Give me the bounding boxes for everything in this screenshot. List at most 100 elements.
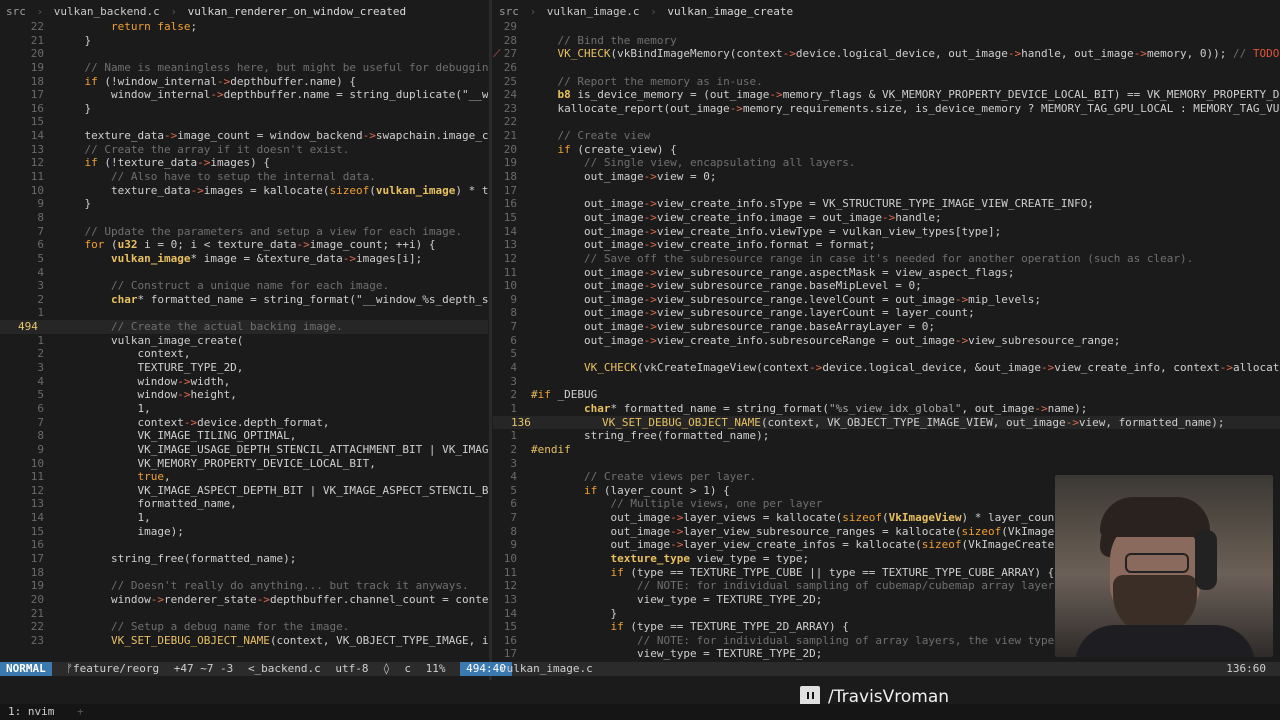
breadcrumb-function[interactable]: vulkan_image_create [667,5,793,18]
code-line[interactable]: 11 // Also have to setup the internal da… [0,170,488,184]
code-line[interactable]: 6 1, [0,402,488,416]
breadcrumb-file[interactable]: vulkan_backend.c [54,5,160,18]
code-line[interactable]: 12 if (!texture_data->images) { [0,156,488,170]
code-line[interactable]: 10 texture_data->images = kallocate(size… [0,184,488,198]
code-text[interactable]: if (!texture_data->images) { [58,156,270,169]
code-text[interactable]: // Name is meaningless here, but might b… [58,61,489,74]
code-line[interactable]: 19 // Doesn't really do anything... but … [0,579,488,593]
code-line[interactable]: 4 window->width, [0,375,488,389]
code-text[interactable]: out_image->view_subresource_range.layerC… [531,306,975,319]
code-text[interactable]: } [58,197,91,210]
code-line[interactable]: 1 char* formatted_name = string_format("… [493,402,1280,416]
code-line[interactable]: 23 VK_SET_DEBUG_OBJECT_NAME(context, VK_… [0,634,488,648]
code-line[interactable]: 1 vulkan_image_create( [0,334,488,348]
code-text[interactable]: // NOTE: for individual sampling of cube… [531,579,1067,592]
code-line[interactable]: 494 // Create the actual backing image. [0,320,488,334]
code-text[interactable]: context->device.depth_format, [58,416,329,429]
code-line[interactable]: 4 [0,266,488,280]
code-line[interactable]: 7 // Update the parameters and setup a v… [0,225,488,239]
code-line[interactable]: 17 window_internal->depthbuffer.name = s… [0,88,488,102]
code-text[interactable]: window->height, [58,388,236,401]
code-text[interactable]: VK_IMAGE_TILING_OPTIMAL, [58,429,296,442]
code-line[interactable]: 25 // Report the memory as in-use. [493,75,1280,89]
code-line[interactable]: 12 // Save off the subresource range in … [493,252,1280,266]
breadcrumb-folder[interactable]: src [6,5,26,18]
code-line[interactable]: 15 image); [0,525,488,539]
breadcrumb-file[interactable]: vulkan_image.c [547,5,640,18]
code-text[interactable]: window_internal->depthbuffer.name = stri… [58,88,488,101]
code-text[interactable]: out_image->view_create_info.format = for… [531,238,875,251]
code-text[interactable]: out_image->view_create_info.viewType = v… [531,225,1001,238]
code-text[interactable]: // Create the actual backing image. [58,320,343,333]
new-tab-button[interactable]: + [69,704,92,720]
code-line[interactable]: 5 vulkan_image* image = &texture_data->i… [0,252,488,266]
code-line[interactable]: 20 if (create_view) { [493,143,1280,157]
code-text[interactable]: out_image->view_create_info.sType = VK_S… [531,197,1094,210]
code-line[interactable]: 17 string_free(formatted_name); [0,552,488,566]
code-line[interactable]: 1 string_free(formatted_name); [493,429,1280,443]
code-line[interactable]: 28 // Bind the memory [493,34,1280,48]
code-text[interactable]: out_image->view_create_info.subresourceR… [531,334,1120,347]
code-text[interactable]: VK_IMAGE_USAGE_DEPTH_STENCIL_ATTACHMENT_… [58,443,488,456]
code-line[interactable]: 3 // Construct a unique name for each im… [0,279,488,293]
code-text[interactable]: for (u32 i = 0; i < texture_data->image_… [58,238,436,251]
code-text[interactable]: b8 is_device_memory = (out_image->memory… [531,88,1280,101]
breadcrumb-function[interactable]: vulkan_renderer_on_window_created [188,5,407,18]
code-line[interactable]: 14 1, [0,511,488,525]
code-line[interactable]: 29 [493,20,1280,34]
code-text[interactable]: vulkan_image* image = &texture_data->ima… [58,252,422,265]
code-text[interactable]: out_image->layer_view_subresource_ranges… [531,525,1080,538]
terminal-tab[interactable]: 1: nvim [0,704,62,720]
code-text[interactable]: char* formatted_name = string_format("%s… [531,402,1087,415]
code-text[interactable]: #if _DEBUG [531,388,597,401]
code-line[interactable]: 9 } [0,197,488,211]
code-line[interactable]: 23 kallocate_report(out_image->memory_re… [493,102,1280,116]
code-text[interactable]: // Bind the memory [531,34,677,47]
code-line[interactable]: 18 [0,566,488,580]
code-text[interactable]: return false; [58,20,197,33]
code-text[interactable]: view_type = TEXTURE_TYPE_2D; [531,647,822,660]
code-text[interactable]: formatted_name, [58,497,236,510]
code-text[interactable]: VK_CHECK(vkBindImageMemory(context->devi… [531,47,1280,60]
code-text[interactable]: // Save off the subresource range in cas… [531,252,1193,265]
code-line[interactable]: 3 [493,457,1280,471]
code-text[interactable]: if (!window_internal->depthbuffer.name) … [58,75,357,88]
code-line[interactable]: 17 [493,184,1280,198]
code-text[interactable]: // Create views per layer. [531,470,756,483]
code-text[interactable]: view_type = TEXTURE_TYPE_2D; [531,593,822,606]
code-text[interactable]: if (type == TEXTURE_TYPE_2D_ARRAY) { [531,620,848,633]
code-text[interactable]: // Also have to setup the internal data. [58,170,376,183]
left-editor-pane[interactable]: src › vulkan_backend.c › vulkan_renderer… [0,4,488,662]
code-line[interactable]: 13 formatted_name, [0,497,488,511]
code-text[interactable]: // Update the parameters and setup a vie… [58,225,463,238]
code-text[interactable]: if (create_view) { [531,143,677,156]
code-line[interactable]: 2 #if _DEBUG [493,388,1280,402]
code-text[interactable]: VK_SET_DEBUG_OBJECT_NAME(context, VK_OBJ… [58,634,488,647]
code-text[interactable]: if (layer_count > 1) { [531,484,730,497]
code-line[interactable]: 4 VK_CHECK(vkCreateImageView(context->de… [493,361,1280,375]
code-line[interactable]: 10 VK_MEMORY_PROPERTY_DEVICE_LOCAL_BIT, [0,457,488,471]
code-text[interactable]: // NOTE: for individual sampling of arra… [531,634,1074,647]
code-text[interactable]: string_free(formatted_name); [58,552,296,565]
code-line[interactable]: 2 char* formatted_name = string_format("… [0,293,488,307]
code-line[interactable]: 18 out_image->view = 0; [493,170,1280,184]
code-text[interactable]: char* formatted_name = string_format("__… [58,293,488,306]
code-line[interactable]: 18 if (!window_internal->depthbuffer.nam… [0,75,488,89]
code-line[interactable]: 6 for (u32 i = 0; i < texture_data->imag… [0,238,488,252]
code-line[interactable]: 22 return false; [0,20,488,34]
code-line[interactable]: 21 // Create view [493,129,1280,143]
code-text[interactable]: #endif [531,443,571,456]
code-text[interactable]: if (type == TEXTURE_TYPE_CUBE || type ==… [531,566,1054,579]
code-line[interactable]: 136 VK_SET_DEBUG_OBJECT_NAME(context, VK… [493,415,1280,430]
code-text[interactable]: window->renderer_state->depthbuffer.chan… [58,593,488,606]
code-text[interactable]: // Construct a unique name for each imag… [58,279,389,292]
code-line[interactable]: 26 [493,61,1280,75]
code-text[interactable]: out_image->view_subresource_range.aspect… [531,266,1015,279]
code-text[interactable]: texture_data->image_count = window_backe… [58,129,488,142]
code-line[interactable]: 22 [493,115,1280,129]
code-text[interactable]: TEXTURE_TYPE_2D, [58,361,243,374]
code-line[interactable]: ⟋ 27 VK_CHECK(vkBindImageMemory(context->… [493,47,1280,61]
code-line[interactable]: 6 out_image->view_create_info.subresourc… [493,334,1280,348]
breadcrumb-folder[interactable]: src [499,5,519,18]
code-text[interactable]: image); [58,525,183,538]
